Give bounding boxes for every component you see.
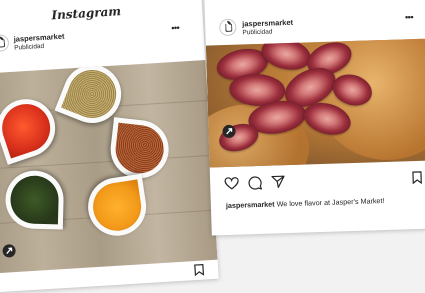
caption-username[interactable]: jaspersmarket: [226, 200, 275, 211]
avatar[interactable]: [219, 18, 237, 37]
more-options-icon[interactable]: •••: [405, 12, 413, 22]
sponsored-label: Publicidad: [242, 28, 273, 37]
sponsored-label: Publicidad: [14, 42, 45, 52]
share-icon[interactable]: [271, 174, 285, 188]
bowl-pepper: [107, 117, 172, 182]
post-image-fig-tart[interactable]: [205, 38, 425, 168]
bowl-paprika: [0, 91, 63, 165]
caption-text: We love flavor at Jasper's Market!: [276, 196, 385, 209]
more-options-icon[interactable]: •••: [171, 23, 180, 33]
bookmark-icon[interactable]: [412, 171, 422, 185]
bookmark-icon[interactable]: [194, 263, 205, 277]
instagram-ad-card-tart: jaspersmarket Publicidad ••• jaspersmark…: [204, 0, 425, 236]
heart-icon[interactable]: [224, 177, 239, 190]
instagram-ad-card-spices: Instagram jaspersmarket Publicidad •••: [0, 0, 219, 293]
post-image-spices[interactable]: [0, 60, 218, 274]
avatar[interactable]: [0, 34, 10, 53]
bowl-turmeric: [84, 173, 151, 240]
bowl-herbs: [4, 169, 65, 230]
post-username[interactable]: jaspersmarket: [242, 18, 293, 29]
post-caption: jaspersmarket We love flavor at Jasper's…: [226, 196, 385, 210]
comment-icon[interactable]: [248, 176, 262, 190]
expand-icon[interactable]: [222, 124, 236, 139]
post-username[interactable]: jaspersmarket: [13, 32, 64, 44]
expand-icon[interactable]: [2, 244, 16, 258]
